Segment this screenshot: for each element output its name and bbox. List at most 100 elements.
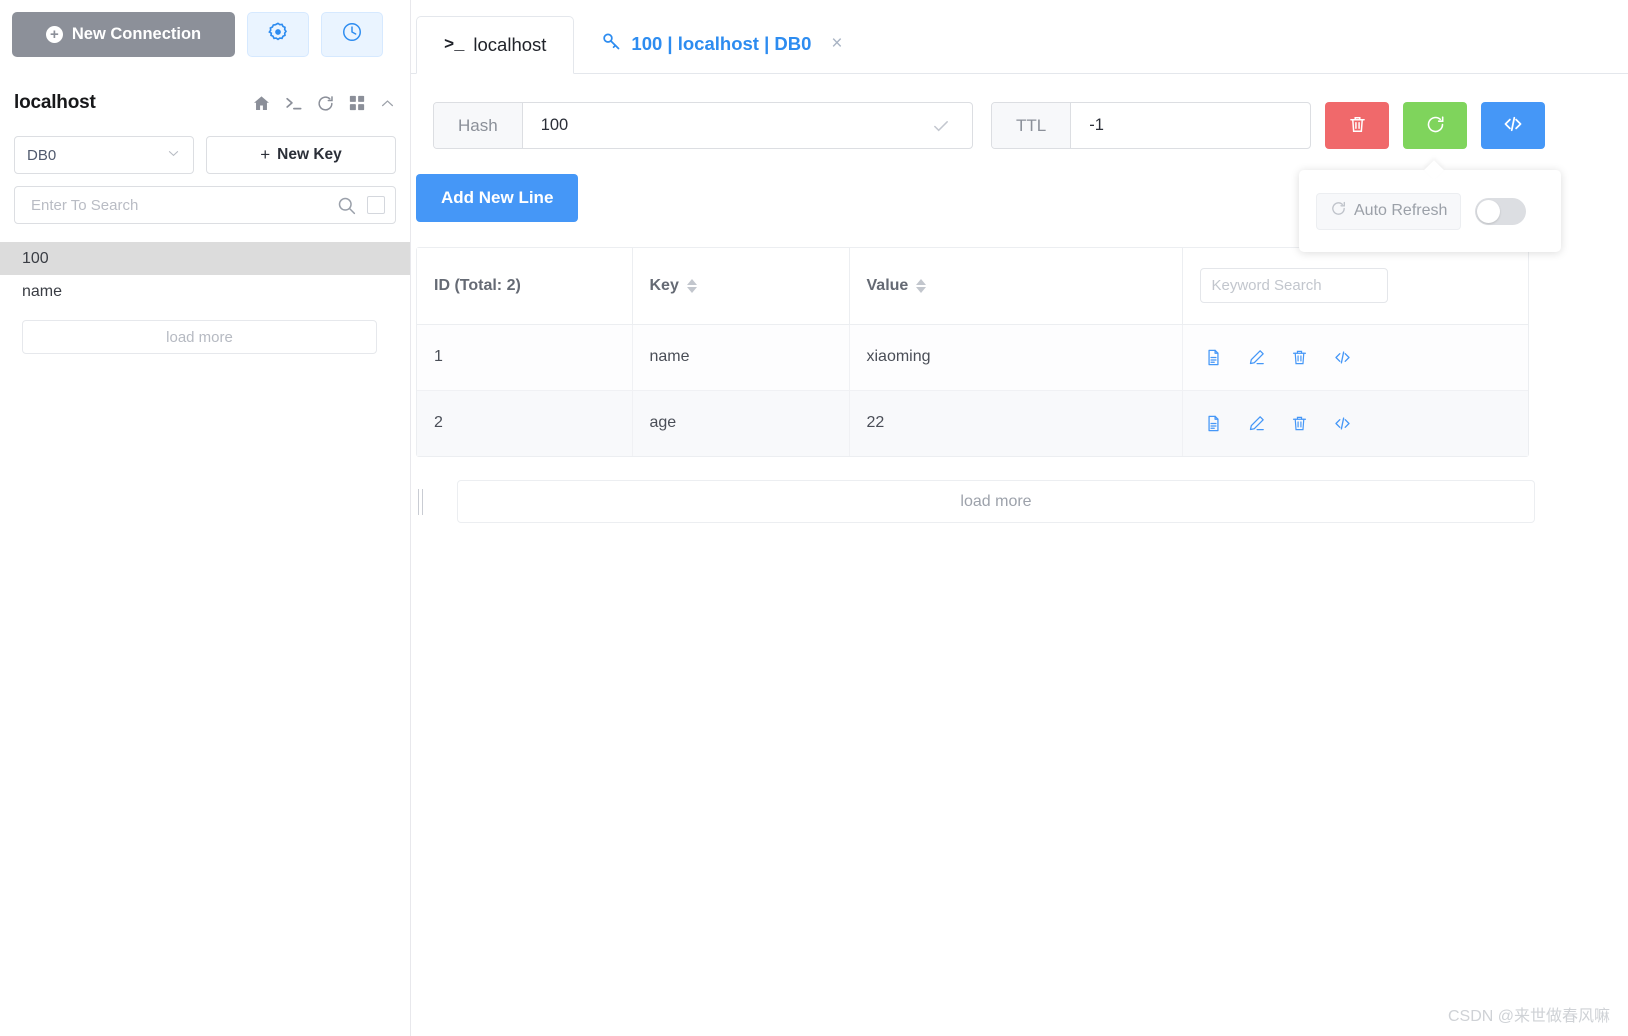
refresh-key-button[interactable] — [1403, 102, 1467, 149]
ttl-field-group: TTL — [991, 102, 1311, 149]
code-icon[interactable] — [1333, 414, 1352, 433]
cell-value: 22 — [849, 390, 1183, 456]
column-header-key-label: Key — [649, 276, 679, 294]
terminal-icon[interactable] — [284, 94, 303, 113]
auto-refresh-popover: Auto Refresh — [1299, 170, 1561, 252]
gear-icon — [267, 21, 289, 48]
list-item[interactable]: 100 — [0, 242, 410, 275]
tab-localhost[interactable]: >_ localhost — [416, 16, 575, 74]
search-icon[interactable] — [336, 195, 357, 216]
detail-icon[interactable] — [1204, 348, 1223, 367]
settings-button[interactable] — [247, 12, 309, 57]
db-select-value: DB0 — [27, 146, 57, 164]
hash-name-input-wrap — [523, 103, 972, 148]
load-more-label: load more — [960, 492, 1032, 510]
hash-type-label: Hash — [434, 103, 523, 148]
terminal-icon: >_ — [444, 35, 465, 55]
connection-name: localhost — [14, 92, 96, 113]
refresh-icon — [1330, 200, 1347, 222]
detail-icon[interactable] — [1204, 414, 1223, 433]
delete-key-button[interactable] — [1325, 102, 1389, 149]
trash-icon — [1347, 114, 1368, 138]
tab-label: localhost — [473, 34, 547, 55]
grid-icon[interactable] — [348, 94, 366, 112]
column-header-value[interactable]: Value — [849, 248, 1183, 325]
key-list: 100 name load more — [0, 242, 410, 354]
table-row[interactable]: 1 name xiaoming — [417, 324, 1528, 391]
history-button[interactable] — [321, 12, 383, 57]
list-item[interactable]: name — [0, 275, 410, 308]
add-new-line-button[interactable]: Add New Line — [416, 174, 579, 222]
toggle-knob — [1477, 199, 1501, 223]
refresh-icon[interactable] — [316, 94, 335, 113]
key-icon — [601, 31, 622, 57]
cell-actions — [1182, 324, 1528, 391]
new-connection-button[interactable]: + New Connection — [12, 12, 235, 57]
tab-key-detail[interactable]: 100 | localhost | DB0 × — [574, 15, 870, 73]
sidebar-db-row: DB0 + New Key — [0, 136, 410, 174]
new-key-button[interactable]: + New Key — [206, 136, 396, 174]
column-header-key[interactable]: Key — [632, 248, 850, 325]
db-select[interactable]: DB0 — [14, 136, 194, 174]
sidebar-load-more-button[interactable]: load more — [22, 320, 377, 354]
home-icon[interactable] — [252, 94, 271, 113]
app-root: + New Connection localhost DB0 + New Key… — [0, 0, 1628, 1036]
hash-field-group: Hash — [433, 102, 973, 149]
sort-icon[interactable] — [916, 278, 927, 293]
hash-name-input[interactable] — [538, 115, 924, 136]
plus-circle-icon: + — [45, 26, 63, 43]
clock-icon — [341, 21, 363, 48]
key-label: 100 — [22, 249, 49, 267]
ttl-input[interactable] — [1087, 115, 1310, 136]
watermark: CSDN @来世做春风嘛 — [1447, 1008, 1610, 1025]
column-header-id-label: ID (Total: 2) — [434, 276, 521, 294]
close-icon[interactable]: × — [831, 33, 842, 55]
sidebar-top-toolbar: + New Connection — [0, 0, 410, 57]
check-icon[interactable] — [924, 116, 958, 136]
connection-actions — [252, 94, 396, 113]
delete-icon[interactable] — [1290, 414, 1309, 433]
key-toolbar: Hash TTL — [411, 74, 1628, 149]
search-select-all-checkbox[interactable] — [367, 196, 385, 214]
cell-actions — [1182, 390, 1528, 456]
add-new-line-label: Add New Line — [441, 188, 554, 207]
code-icon[interactable] — [1333, 348, 1352, 367]
auto-refresh-label: Auto Refresh — [1354, 202, 1448, 219]
sidebar-load-more-label: load more — [166, 328, 233, 346]
column-header-id: ID (Total: 2) — [417, 248, 633, 325]
auto-refresh-pill: Auto Refresh — [1316, 192, 1462, 230]
tab-bar: >_ localhost 100 | localhost | DB0 × — [411, 0, 1628, 74]
keyword-search-input[interactable] — [1199, 268, 1388, 304]
search-input[interactable] — [29, 195, 336, 215]
sidebar-connection-header: localhost — [0, 85, 410, 121]
cell-value: xiaoming — [849, 324, 1183, 391]
table-row[interactable]: 2 age 22 — [417, 390, 1528, 456]
cell-id: 2 — [417, 390, 633, 456]
view-code-button[interactable] — [1481, 102, 1545, 149]
cell-id: 1 — [417, 324, 633, 391]
sort-icon[interactable] — [686, 278, 697, 293]
new-key-label: New Key — [277, 146, 342, 163]
cell-key: age — [632, 390, 850, 456]
load-more-row: load more — [411, 480, 1628, 523]
delete-icon[interactable] — [1290, 348, 1309, 367]
resize-handle[interactable] — [411, 488, 429, 515]
plus-icon: + — [260, 145, 271, 164]
hash-table: ID (Total: 2) Key Value Keyword Search 1… — [416, 247, 1529, 457]
chevron-down-icon — [166, 146, 181, 164]
edit-icon[interactable] — [1247, 348, 1266, 367]
sidebar-search-box — [14, 186, 396, 224]
edit-icon[interactable] — [1247, 414, 1266, 433]
auto-refresh-toggle[interactable] — [1475, 197, 1527, 225]
chevron-up-icon[interactable] — [379, 95, 396, 112]
ttl-label: TTL — [992, 103, 1072, 148]
cell-key: name — [632, 324, 850, 391]
refresh-icon — [1425, 114, 1446, 138]
tab-label: 100 | localhost | DB0 — [631, 33, 812, 54]
ttl-input-wrap — [1071, 103, 1310, 148]
new-connection-label: New Connection — [71, 25, 202, 43]
key-label: name — [22, 282, 63, 300]
table-header-row: ID (Total: 2) Key Value — [417, 248, 1528, 325]
column-header-actions — [1182, 248, 1528, 325]
load-more-button[interactable]: load more — [457, 480, 1535, 523]
